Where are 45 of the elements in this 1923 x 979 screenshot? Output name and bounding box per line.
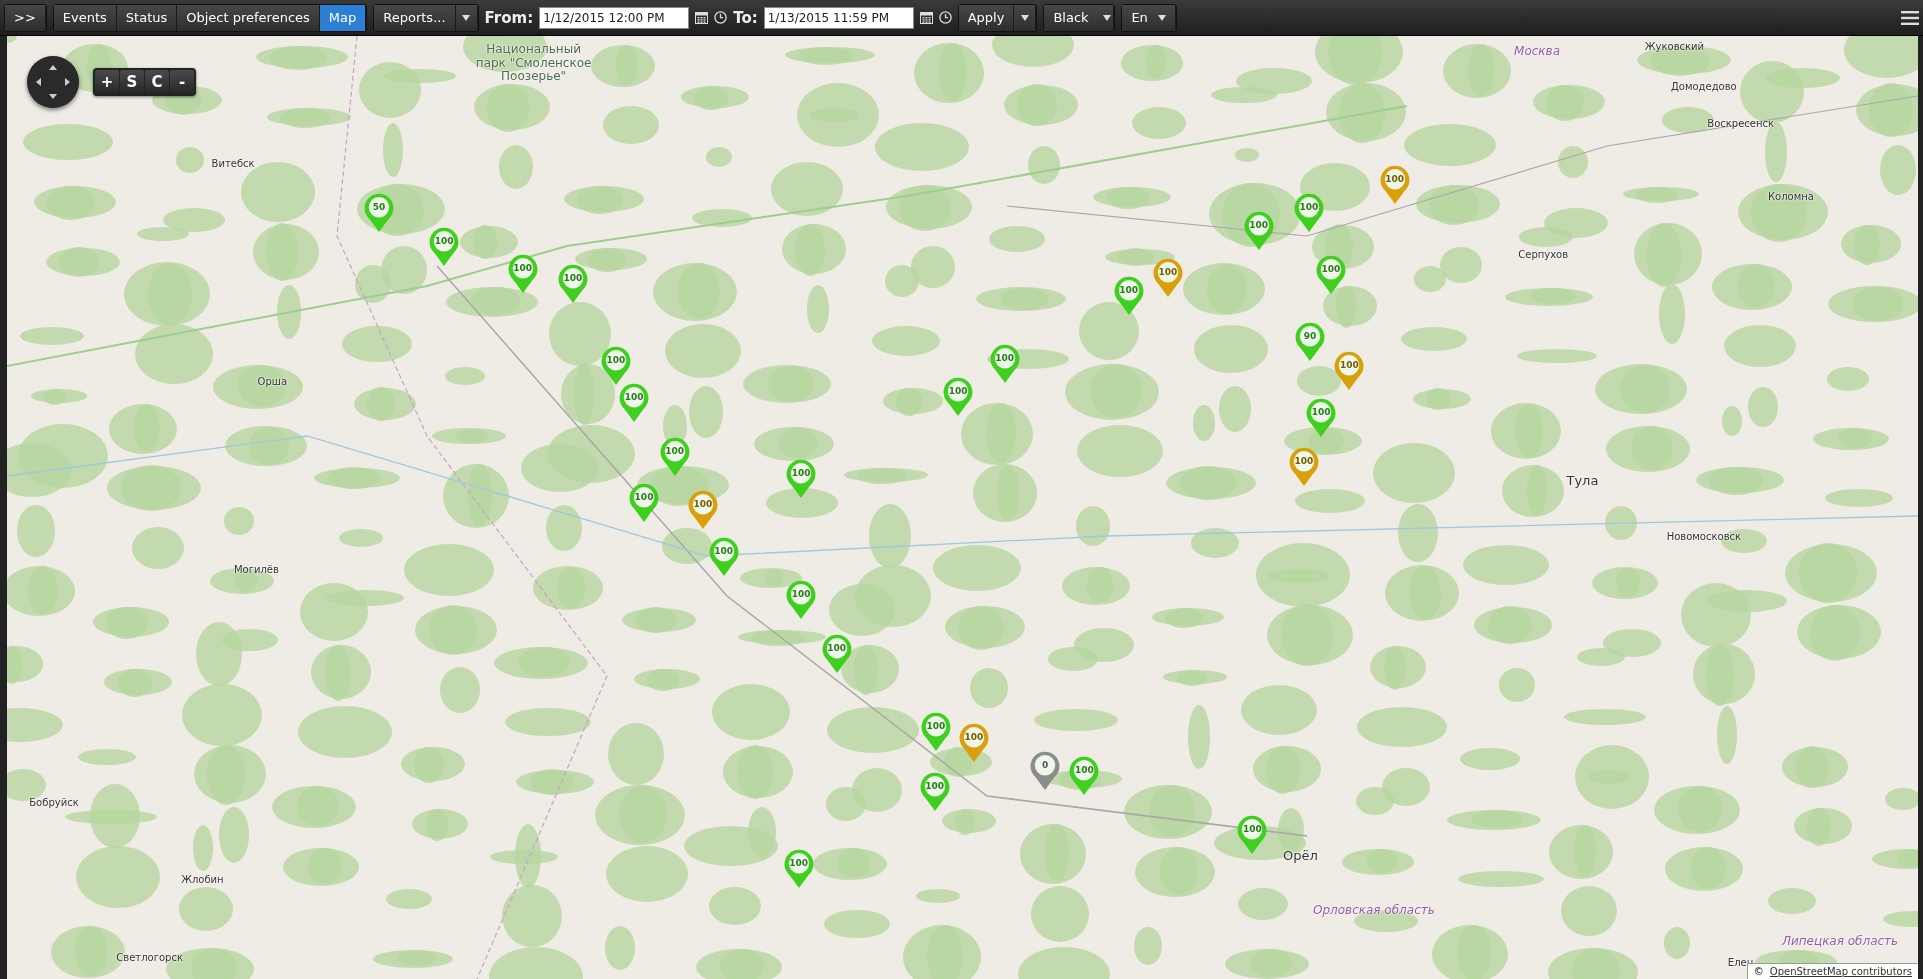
region-label: Орловская область bbox=[1313, 904, 1435, 919]
city-label: Серпухов bbox=[1518, 249, 1569, 261]
expand-button[interactable]: >> bbox=[5, 4, 46, 31]
zoom-control-button[interactable]: S bbox=[120, 70, 144, 94]
park-label: Национальный парк "Смоленское Поозерье" bbox=[475, 43, 592, 85]
calendar-icon[interactable] bbox=[695, 11, 709, 24]
city-label: Домодедово bbox=[1671, 81, 1737, 93]
city-label: Орёл bbox=[1282, 848, 1318, 864]
city-label: Жуковский bbox=[1644, 40, 1705, 53]
city-label: Орша bbox=[257, 375, 288, 388]
calendar-icon[interactable] bbox=[919, 11, 933, 24]
zoom-control-button[interactable]: - bbox=[170, 70, 194, 94]
zoom-control-button[interactable]: + bbox=[95, 70, 119, 94]
zoom-control-button[interactable]: C bbox=[145, 70, 169, 94]
city-label: Новомосковск bbox=[1666, 531, 1742, 544]
reports-dropdown-button[interactable] bbox=[455, 4, 478, 31]
reports-button[interactable]: Reports... bbox=[374, 4, 456, 31]
clock-icon[interactable] bbox=[714, 11, 728, 24]
theme-select[interactable]: Black bbox=[1044, 4, 1115, 31]
city-label: Могилёв bbox=[233, 564, 279, 577]
clock-icon[interactable] bbox=[938, 11, 952, 24]
city-label: Светлогорск bbox=[116, 952, 183, 964]
from-label: From: bbox=[484, 8, 534, 27]
city-label: Воскресенск bbox=[1707, 118, 1775, 130]
city-label: Жлобин bbox=[181, 873, 224, 886]
attribution-link[interactable]: OpenStreetMap contributors bbox=[1769, 966, 1912, 977]
city-label: Витебск bbox=[211, 158, 255, 171]
view-tab[interactable]: Object preferences bbox=[177, 4, 320, 31]
view-tab[interactable]: Status bbox=[116, 4, 178, 31]
city-label: Тула bbox=[1566, 473, 1599, 489]
to-date-field[interactable]: 1/13/2015 11:59 PM bbox=[763, 6, 914, 29]
city-label: Елец bbox=[1727, 957, 1754, 969]
to-label: To: bbox=[733, 8, 758, 27]
apply-dropdown-button[interactable] bbox=[1014, 4, 1037, 31]
city-label: Бобруйск bbox=[29, 797, 79, 810]
view-tab[interactable]: Events bbox=[53, 4, 117, 31]
language-select[interactable]: En bbox=[1122, 4, 1176, 31]
region-label: Липецкая область bbox=[1781, 935, 1899, 949]
pan-control-icon[interactable] bbox=[27, 56, 79, 108]
view-tab[interactable]: Map bbox=[319, 4, 367, 31]
from-date-field[interactable]: 1/12/2015 12:00 PM bbox=[539, 6, 690, 29]
city-label: Коломна bbox=[1768, 191, 1814, 204]
menu-icon[interactable] bbox=[1901, 10, 1919, 25]
apply-button[interactable]: Apply bbox=[958, 4, 1015, 31]
region-label: Москва bbox=[1514, 44, 1561, 59]
